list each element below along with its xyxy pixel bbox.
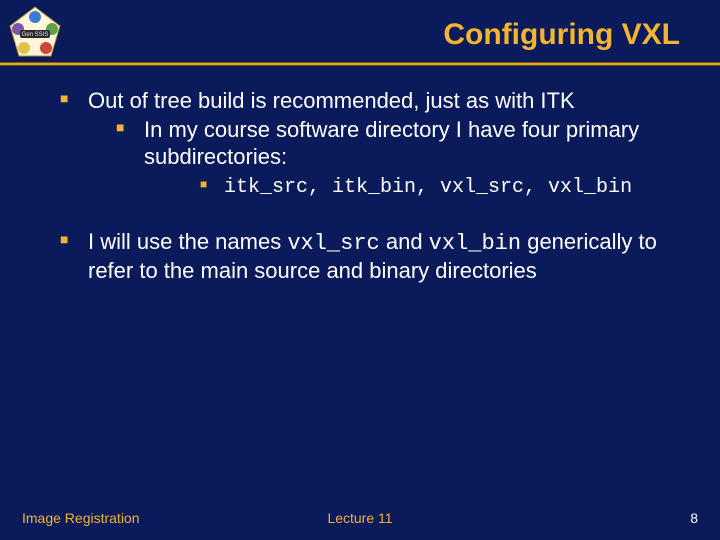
footer-left: Image Registration xyxy=(22,510,140,526)
slide-footer: Image Registration Lecture 11 8 xyxy=(0,510,720,526)
bullet-text: In my course software directory I have f… xyxy=(144,117,639,169)
code-text: vxl_src xyxy=(287,231,379,256)
bullet-text: Out of tree build is recommended, just a… xyxy=(88,88,575,113)
code-text: vxl_bin xyxy=(429,231,521,256)
slide-header: Configuring VXL xyxy=(0,18,720,52)
footer-center: Lecture 11 xyxy=(327,510,392,526)
slide-number: 8 xyxy=(690,510,698,526)
bullet-text-mid: and xyxy=(380,229,429,254)
bullet-text-prefix: I will use the names xyxy=(88,229,287,254)
bullet-level1: Out of tree build is recommended, just a… xyxy=(60,88,680,201)
spacer xyxy=(60,203,680,229)
bullet-text: itk_src, itk_bin, vxl_src, vxl_bin xyxy=(224,176,632,199)
slide-title: Configuring VXL xyxy=(0,18,680,52)
header-divider xyxy=(0,62,720,66)
slide-body: Out of tree build is recommended, just a… xyxy=(60,88,680,287)
bullet-level2: In my course software directory I have f… xyxy=(116,117,680,201)
bullet-level3: itk_src, itk_bin, vxl_src, vxl_bin xyxy=(200,176,680,200)
bullet-level1: I will use the names vxl_src and vxl_bin… xyxy=(60,229,680,285)
